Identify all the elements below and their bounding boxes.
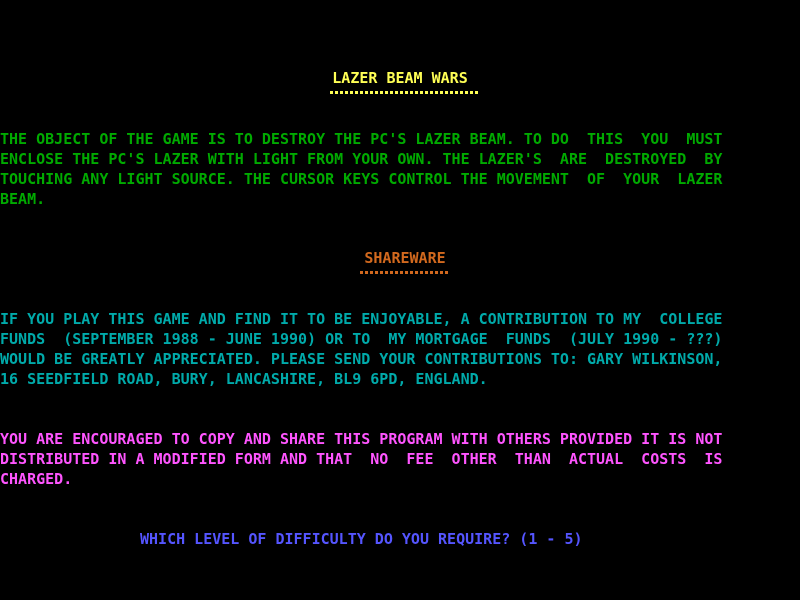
difficulty-prompt[interactable]: WHICH LEVEL OF DIFFICULTY DO YOU REQUIRE… — [140, 529, 800, 549]
contribution-line: WOULD BE GREATLY APPRECIATED. PLEASE SEN… — [0, 350, 723, 368]
contribution-line: FUNDS (SEPTEMBER 1988 - JUNE 1990) OR TO… — [0, 330, 723, 348]
objective-line: BEAM. — [0, 190, 46, 208]
game-title: LAZER BEAM WARS — [332, 69, 468, 87]
contribution-line: 16 SEEDFIELD ROAD, BURY, LANCASHIRE, BL9… — [0, 370, 488, 388]
contribution-line: IF YOU PLAY THIS GAME AND FIND IT TO BE … — [0, 310, 723, 328]
title-underline — [330, 91, 480, 94]
shareware-underline — [360, 271, 450, 274]
shareware-heading: SHAREWARE — [364, 249, 446, 267]
copy-notice-line: DISTRIBUTED IN A MODIFIED FORM AND THAT … — [0, 450, 723, 468]
copy-notice-line: CHARGED. — [0, 470, 73, 488]
objective-line: THE OBJECT OF THE GAME IS TO DESTROY THE… — [0, 130, 723, 148]
objective-line: ENCLOSE THE PC'S LAZER WITH LIGHT FROM Y… — [0, 150, 723, 168]
objective-line: TOUCHING ANY LIGHT SOURCE. THE CURSOR KE… — [0, 170, 723, 188]
copy-notice-line: YOU ARE ENCOURAGED TO COPY AND SHARE THI… — [0, 430, 723, 448]
